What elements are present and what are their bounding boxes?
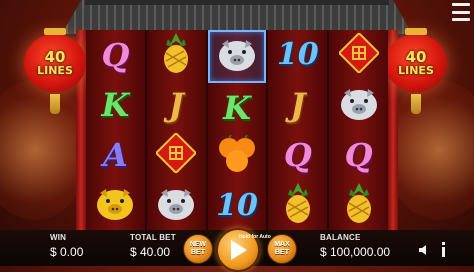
reel-3: K 10 <box>205 30 267 230</box>
reel-cell <box>208 132 267 181</box>
max-bet-label-2: BET <box>275 249 289 256</box>
balance-label: BALANCE <box>320 233 361 242</box>
reel-cell <box>329 80 388 130</box>
silver-pig-icon <box>214 34 260 79</box>
win-value: $ 0.00 <box>50 245 84 259</box>
balance-value: $ 100,000.00 <box>320 245 391 259</box>
symbol-ten: 10 <box>216 187 258 223</box>
silver-pig-icon <box>153 183 199 228</box>
new-bet-label-2: BET <box>191 249 205 256</box>
auto-spin-hint: Hold for Auto <box>239 234 271 240</box>
menu-icon[interactable] <box>452 3 470 21</box>
reel-cell <box>147 130 206 180</box>
lantern-cap <box>405 28 427 35</box>
lantern-cap <box>44 28 66 35</box>
symbol-letter-j: J <box>290 86 306 124</box>
reel-cell: J <box>268 80 327 130</box>
lines-label: LINES <box>37 63 73 77</box>
temple-roof-ridge <box>85 0 389 5</box>
reel-cell <box>329 180 388 230</box>
info-icon[interactable] <box>436 240 452 260</box>
golden-pig-icon <box>92 183 138 228</box>
lantern-tassel <box>50 94 60 114</box>
lines-count: 40 <box>44 47 66 66</box>
lines-label: LINES <box>398 63 434 77</box>
lines-lantern-left: 40 LINES <box>24 28 86 114</box>
balance-display: BALANCE $ 100,000.00 <box>320 233 390 259</box>
new-bet-button[interactable]: NEW BET <box>183 234 213 264</box>
oranges-icon <box>215 134 259 179</box>
sound-icon[interactable] <box>417 243 431 257</box>
silver-pig-icon <box>336 83 382 128</box>
symbol-letter-q: Q <box>344 136 373 174</box>
symbol-letter-q: Q <box>101 36 130 74</box>
reel-cell <box>207 30 267 83</box>
fortune-card-icon <box>337 31 380 78</box>
reel-1: QKA <box>86 30 145 230</box>
new-bet-label-1: NEW <box>189 241 207 248</box>
pineapple-icon <box>278 181 318 230</box>
reel-cell: 10 <box>208 181 267 230</box>
reel-cell: 10 <box>268 30 327 80</box>
win-display: WIN $ 0.00 <box>50 233 83 259</box>
play-icon <box>231 240 247 260</box>
reel-cell <box>86 180 145 230</box>
symbol-letter-j: J <box>168 86 184 124</box>
reel-cell: J <box>147 80 206 130</box>
symbol-letter-k: K <box>223 88 251 127</box>
total-bet-display: TOTAL BET $ 40.00 <box>130 233 176 259</box>
reel-cell: Q <box>268 130 327 180</box>
max-bet-button[interactable]: MAX BET <box>267 234 297 264</box>
reel-5: Q <box>327 30 388 230</box>
reel-cell <box>147 180 206 230</box>
total-bet-label: TOTAL BET <box>130 233 176 242</box>
symbol-letter-a: A <box>102 136 128 174</box>
reel-cell: K <box>86 80 145 130</box>
reel-4: 10 J Q <box>266 30 328 230</box>
lantern-tassel <box>411 94 421 114</box>
reel-cell: Q <box>86 30 145 80</box>
reel-cell: K <box>208 83 267 132</box>
reel-2: J <box>144 30 206 230</box>
fortune-card-icon <box>154 131 198 178</box>
pineapple-icon <box>339 181 379 230</box>
reel-cell: Q <box>329 130 388 180</box>
reel-cell <box>268 180 327 230</box>
symbol-ten: 10 <box>276 37 319 72</box>
symbol-letter-k: K <box>101 86 130 124</box>
lines-lantern-right: 40 LINES <box>385 28 447 114</box>
reel-cell <box>147 30 206 80</box>
reel-cell <box>329 30 388 80</box>
symbol-letter-q: Q <box>283 136 312 174</box>
win-label: WIN <box>50 233 67 242</box>
lines-count: 40 <box>405 47 427 66</box>
total-bet-value: $ 40.00 <box>130 245 171 259</box>
reel-cell: A <box>86 130 145 180</box>
slot-reels: Q K A J K 10 10 J Q Q <box>86 30 388 230</box>
pineapple-icon <box>156 31 196 80</box>
max-bet-label-1: MAX <box>274 241 290 248</box>
